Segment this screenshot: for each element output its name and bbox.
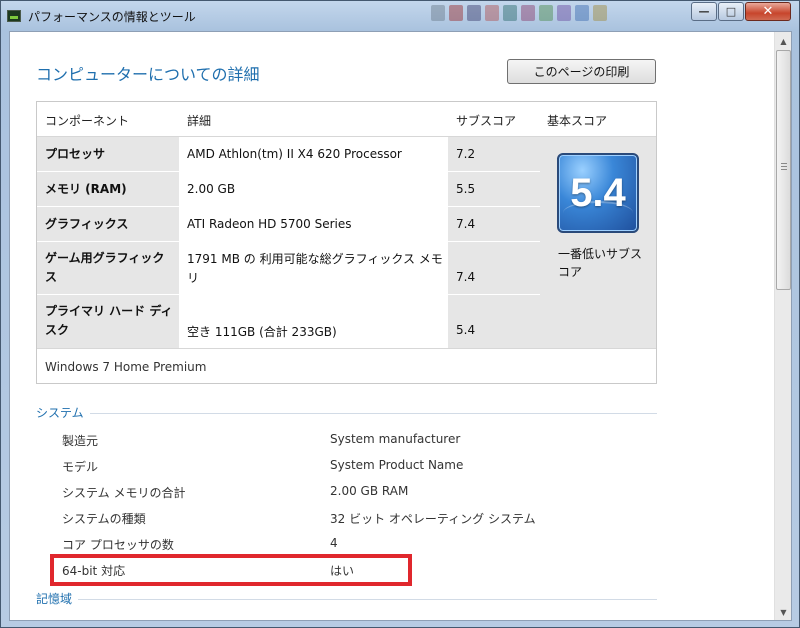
- system-key-system-type: システムの種類: [62, 512, 146, 526]
- row-processor-subscore: 7.2: [456, 147, 476, 161]
- system-value-system-type: 32 ビット オペレーティング システム: [330, 512, 536, 526]
- scroll-down-arrow-icon[interactable]: ▼: [776, 604, 791, 620]
- performance-info-window: パフォーマンスの情報とツール — □ ✕ コンピューターについての詳細 このペー…: [0, 0, 800, 628]
- section-divider: [78, 599, 657, 600]
- header-detail: 詳細: [187, 114, 212, 128]
- title-bar[interactable]: パフォーマンスの情報とツール — □ ✕: [1, 1, 799, 31]
- row-graphics-subscore: 7.4: [456, 217, 476, 231]
- header-basescore: 基本スコア: [547, 114, 608, 128]
- title-bar-background-glimpse: [431, 5, 607, 23]
- system-value-manufacturer: System manufacturer: [330, 432, 461, 446]
- scrollbar-thumb[interactable]: [776, 50, 791, 290]
- close-button[interactable]: ✕: [745, 2, 791, 21]
- vertical-scrollbar[interactable]: ▲ ▼: [774, 32, 791, 620]
- system-value-model: System Product Name: [330, 458, 464, 472]
- row-hard-disk-subscore: 5.4: [456, 323, 476, 337]
- row-graphics-component: グラフィックス: [45, 217, 129, 231]
- row-memory-detail: 2.00 GB: [187, 182, 236, 196]
- content-area: コンピューターについての詳細 このページの印刷 コンポーネント 詳細 サブスコア…: [9, 31, 792, 621]
- maximize-button[interactable]: □: [718, 2, 744, 21]
- window-title: パフォーマンスの情報とツール: [28, 10, 196, 24]
- section-title-system: システム: [36, 406, 84, 420]
- row-gaming-graphics-component: ゲーム用グラフィックス: [45, 251, 165, 284]
- performance-app-icon: [7, 10, 21, 22]
- system-key-total-memory: システム メモリの合計: [62, 486, 186, 500]
- section-divider: [90, 413, 657, 414]
- scroll-up-arrow-icon[interactable]: ▲: [776, 33, 791, 50]
- score-table: コンポーネント 詳細 サブスコア 基本スコア プロセッサ AMD Athlon(…: [36, 101, 657, 384]
- os-edition: Windows 7 Home Premium: [45, 360, 207, 374]
- system-value-core-count: 4: [330, 536, 338, 550]
- page-title: コンピューターについての詳細: [36, 65, 260, 84]
- header-component: コンポーネント: [45, 114, 130, 128]
- base-score-panel: 5.4 一番低いサブスコア: [540, 137, 656, 348]
- row-gaming-graphics-subscore: 7.4: [456, 270, 476, 284]
- system-key-model: モデル: [62, 460, 99, 474]
- minimize-button[interactable]: —: [691, 2, 717, 21]
- system-key-core-count: コア プロセッサの数: [62, 538, 174, 552]
- system-value-total-memory: 2.00 GB RAM: [330, 484, 409, 498]
- section-title-storage: 記憶域: [36, 592, 73, 606]
- os-edition-row: Windows 7 Home Premium: [37, 348, 656, 384]
- base-score-label: 一番低いサブスコア: [558, 247, 643, 279]
- row-processor-detail: AMD Athlon(tm) II X4 620 Processor: [187, 147, 402, 161]
- row-processor-component: プロセッサ: [45, 147, 106, 161]
- row-hard-disk-component: プライマリ ハード ディスク: [45, 304, 173, 337]
- header-subscore: サブスコア: [456, 114, 517, 128]
- system-key-manufacturer: 製造元: [62, 434, 99, 448]
- base-score-badge[interactable]: 5.4: [557, 153, 639, 233]
- row-memory-subscore: 5.5: [456, 182, 476, 196]
- highlight-rectangle: [50, 554, 412, 586]
- row-graphics-detail: ATI Radeon HD 5700 Series: [187, 217, 352, 231]
- row-gaming-graphics-detail: 1791 MB の 利用可能な総グラフィックス メモリ: [187, 252, 443, 285]
- print-page-button[interactable]: このページの印刷: [507, 59, 656, 84]
- row-hard-disk-detail: 空き 111GB (合計 233GB): [187, 325, 337, 339]
- score-table-header: コンポーネント 詳細 サブスコア 基本スコア: [37, 102, 656, 137]
- row-memory-component: メモリ (RAM): [45, 182, 127, 196]
